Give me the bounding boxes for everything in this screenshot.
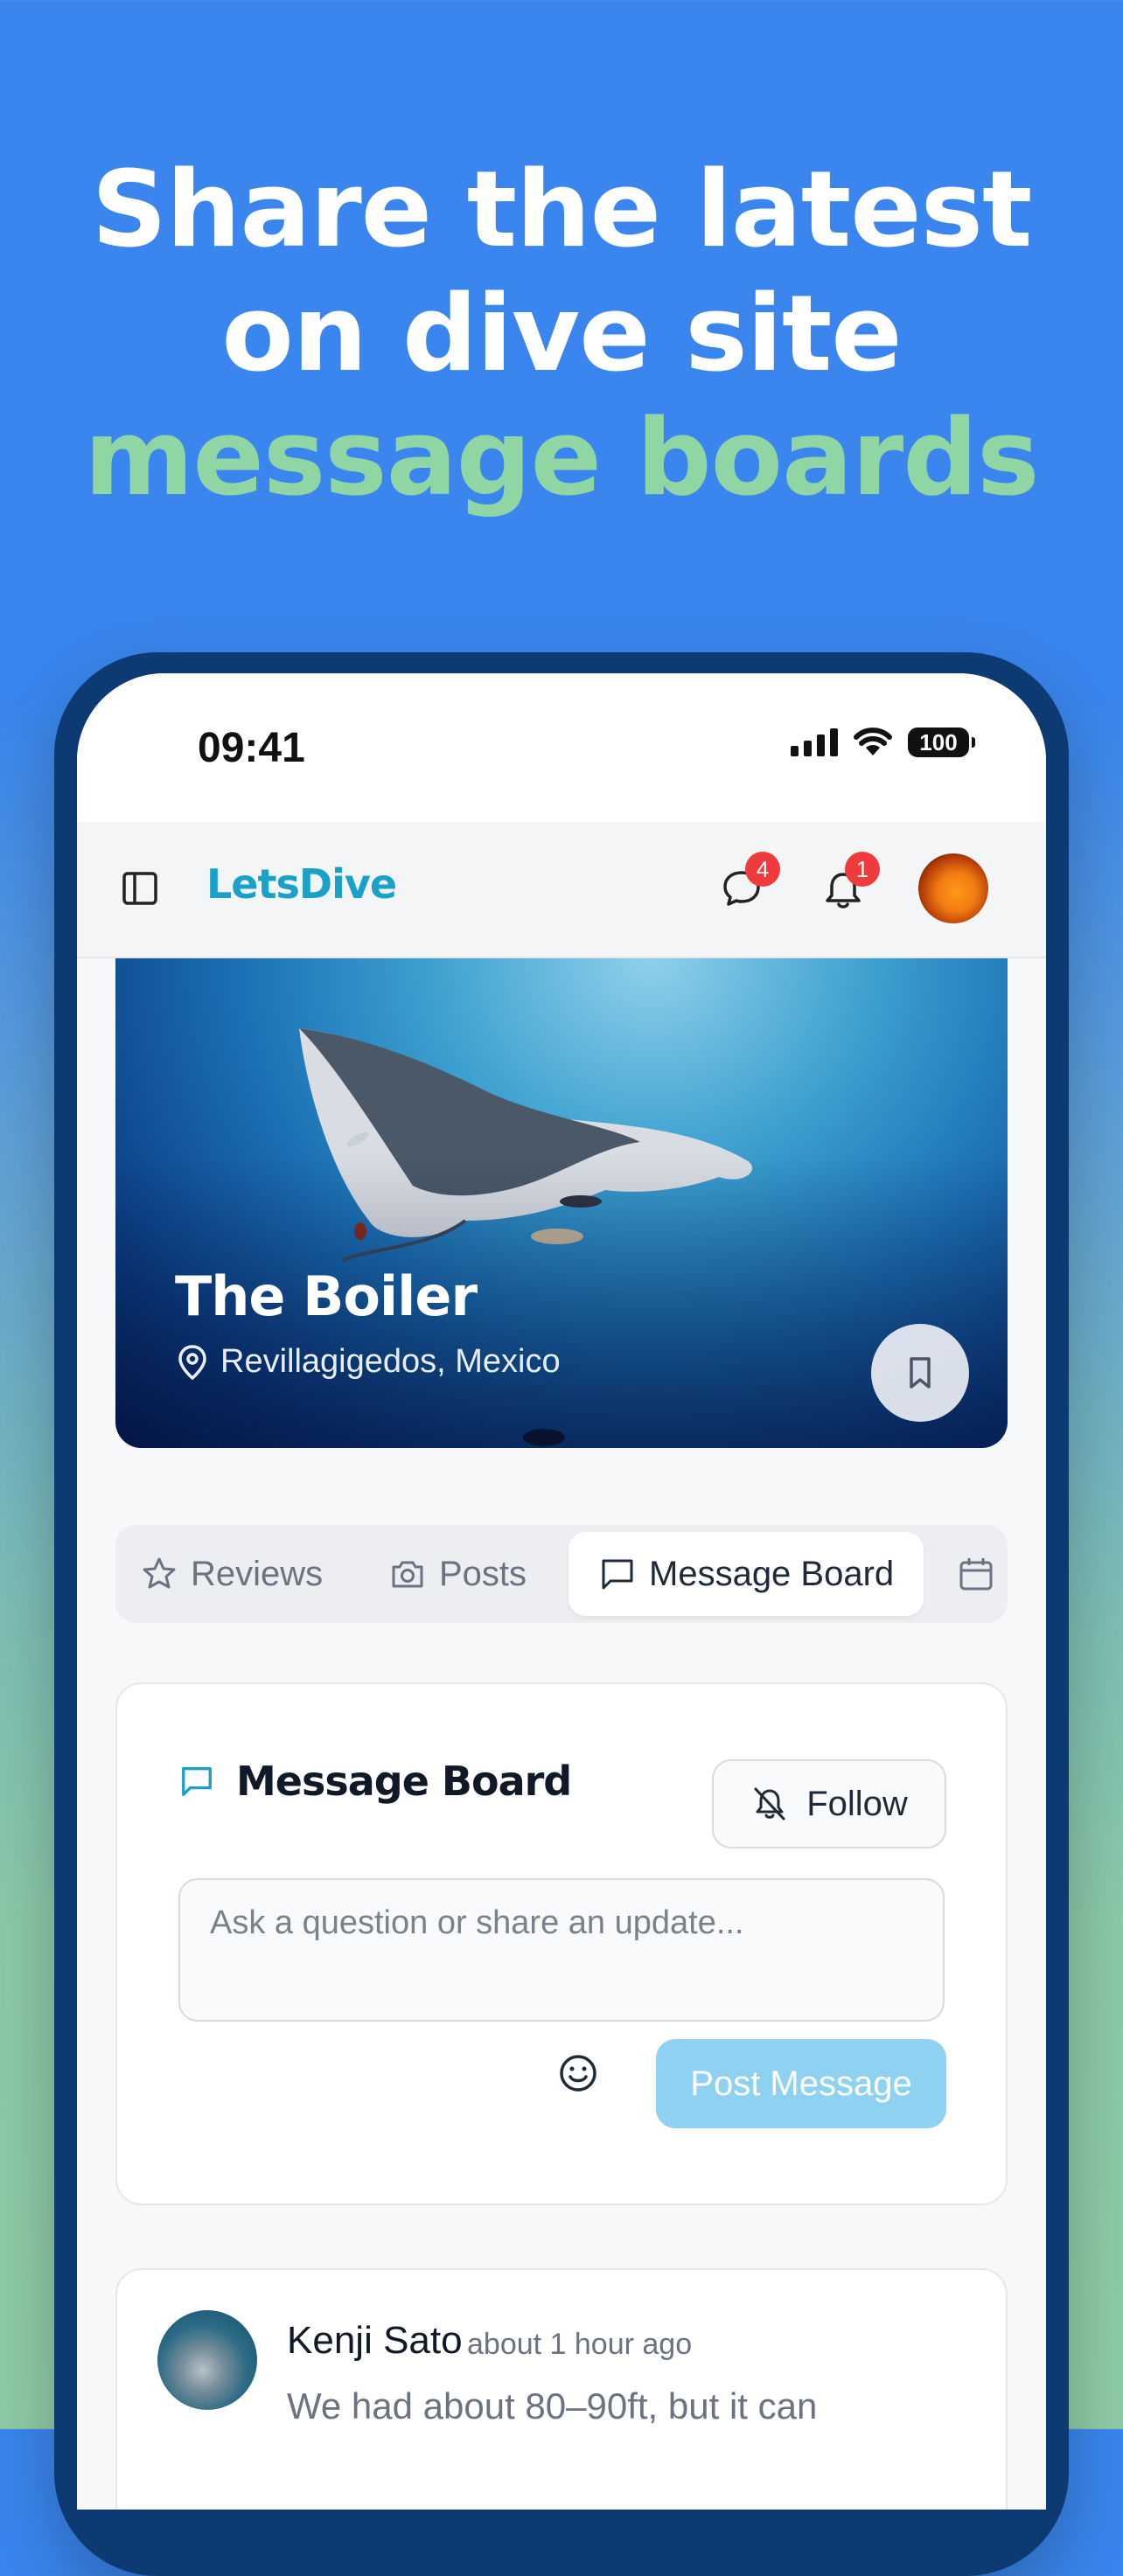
bookmark-icon [910, 1357, 931, 1389]
message-board-title: Message Board [236, 1758, 572, 1805]
notifications-badge: 1 [845, 852, 880, 887]
post-author-avatar[interactable] [157, 2310, 257, 2410]
post-message-button[interactable]: Post Message [656, 2039, 946, 2128]
headline-line-1: Share the latest [91, 150, 1033, 271]
brand-logo[interactable]: LetsDive [206, 860, 397, 908]
dive-site-tabs: Reviews Posts Message Board [115, 1525, 1008, 1623]
tab-message-board[interactable]: Message Board [568, 1532, 924, 1616]
location-text: Revillagigedos, Mexico [220, 1343, 561, 1380]
message-square-icon [602, 1559, 633, 1590]
follow-label: Follow [806, 1784, 908, 1823]
bookmark-button[interactable] [871, 1324, 969, 1422]
marketing-headline: Share the latest on dive site message bo… [0, 149, 1123, 521]
calendar-icon [959, 1558, 993, 1591]
headline-line-3: message boards [84, 398, 1039, 519]
emoji-icon[interactable] [556, 2051, 600, 2095]
tab-posts-label: Posts [439, 1554, 527, 1593]
app-bar: LetsDive 4 1 [77, 822, 1046, 958]
status-bar: 09:41 100 [77, 673, 1046, 822]
dive-site-title: The Boiler [175, 1264, 478, 1328]
bell-off-icon [754, 1787, 785, 1821]
map-pin-icon [178, 1344, 206, 1380]
message-input[interactable] [178, 1878, 945, 2022]
post-body: We had about 80–90ft, but it can [287, 2385, 818, 2426]
tab-reviews-label: Reviews [191, 1554, 324, 1593]
dive-site-location: Revillagigedos, Mexico [177, 1343, 561, 1381]
tab-message-board-label: Message Board [649, 1554, 895, 1593]
post-timestamp: about 1 hour ago [467, 2328, 693, 2361]
post-author-name[interactable]: Kenji Sato [287, 2319, 463, 2363]
camera-icon [392, 1561, 423, 1588]
message-board-heading: Message Board [178, 1758, 572, 1805]
star-icon [143, 1557, 176, 1589]
phone-screen: 09:41 100 LetsDive 4 1 The Boiler Revill… [77, 673, 1046, 2510]
status-time: 09:41 [198, 725, 305, 771]
dive-site-hero: The Boiler Revillagigedos, Mexico [115, 958, 1008, 1448]
sidebar-toggle-icon[interactable] [121, 869, 159, 908]
headline-line-2: on dive site [221, 274, 902, 395]
follow-button[interactable]: Follow [712, 1759, 946, 1848]
tab-calendar[interactable] [957, 1532, 995, 1616]
message-board-card: Message Board Follow Post Message [115, 1682, 1008, 2205]
battery-indicator: 100 [908, 728, 975, 757]
user-avatar[interactable] [918, 853, 988, 923]
messages-badge: 4 [745, 852, 780, 887]
tab-reviews[interactable]: Reviews [140, 1532, 323, 1616]
wifi-icon [854, 728, 892, 755]
cellular-signal-icon [791, 728, 838, 756]
message-post: Kenji Sato about 1 hour ago We had about… [115, 2268, 1008, 2510]
message-square-icon [182, 1767, 212, 1796]
tab-posts[interactable]: Posts [388, 1532, 527, 1616]
